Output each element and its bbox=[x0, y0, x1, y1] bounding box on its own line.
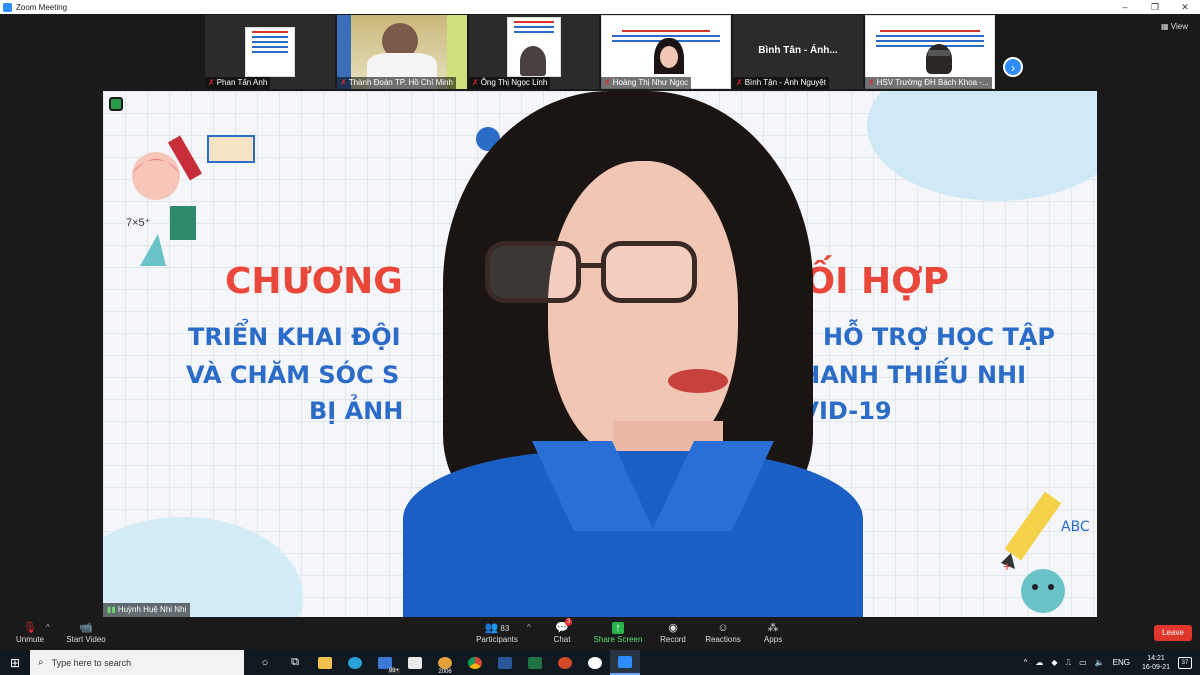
shared-slide-thumbnail bbox=[245, 27, 295, 77]
share-screen-icon: ↑ bbox=[588, 621, 648, 635]
slide-doodle-icon: ABC + bbox=[1001, 491, 1090, 613]
muted-mic-icon: ✗ bbox=[208, 78, 215, 87]
view-button[interactable]: ▦ View bbox=[1161, 22, 1188, 31]
share-screen-button[interactable]: ↑ Share Screen bbox=[588, 621, 648, 644]
participant-strip: ✗ Phan Tấn Anh ✗ Thành Đoàn TP. Hồ Chí Min… bbox=[0, 14, 1200, 90]
muted-mic-icon: ✗ bbox=[340, 78, 347, 87]
participant-name: ✗ HSV Trường ĐH Bách Khoa -... bbox=[865, 77, 992, 89]
chrome-icon[interactable] bbox=[460, 650, 490, 675]
onedrive-icon[interactable]: ☁ bbox=[1035, 658, 1043, 667]
speaker-name-label: ▮▮ Huỳnh Huệ Nhi Nhi bbox=[103, 603, 191, 617]
participant-center-name: Bình Tân - Ánh... bbox=[758, 45, 838, 56]
muted-mic-icon: ✗ bbox=[736, 78, 743, 87]
participant-tile[interactable]: ✗ Thành Đoàn TP. Hồ Chí Minh bbox=[337, 15, 467, 89]
participant-tile[interactable]: Bình Tân - Ánh... ✗ Bình Tân - Ánh Nguyệt bbox=[733, 15, 863, 89]
slide-decoration bbox=[867, 91, 1097, 201]
audio-level-icon: ▮▮ bbox=[107, 605, 116, 614]
chat-icon: 💬 3 bbox=[555, 618, 573, 634]
next-page-button[interactable]: › bbox=[1003, 57, 1023, 77]
security-shield-icon[interactable] bbox=[109, 97, 123, 111]
speaker-person bbox=[403, 91, 863, 617]
search-icon: ⌕ bbox=[38, 657, 44, 668]
participants-chevron-icon[interactable]: ^ bbox=[527, 623, 531, 632]
participant-tile[interactable]: ✗ Ông Thị Ngọc Linh bbox=[469, 15, 599, 89]
volume-icon[interactable]: 🔈 bbox=[1095, 658, 1105, 667]
slide-doodle-icon: 7×5⁺ bbox=[126, 135, 255, 266]
slide-decoration bbox=[103, 517, 303, 617]
slide-subtitle-part: TRIỂN KHAI ĐỘI bbox=[188, 323, 401, 351]
show-hidden-icons-chevron-icon[interactable]: ^ bbox=[1024, 658, 1028, 667]
word-icon[interactable] bbox=[490, 650, 520, 675]
audio-options-chevron-icon[interactable]: ^ bbox=[46, 623, 50, 632]
usb-icon[interactable]: ⎍ bbox=[1065, 658, 1071, 668]
maximize-button[interactable]: ❐ bbox=[1140, 0, 1170, 14]
notifications-icon[interactable]: 37 bbox=[1178, 656, 1192, 669]
participants-icon: 👥 83 bbox=[484, 622, 510, 634]
active-speaker-video: 7×5⁺ 4C ABC + CHƯƠNG PHỐI HỢP TRIỂN KHAI… bbox=[103, 91, 1097, 617]
close-button[interactable]: ✕ bbox=[1170, 0, 1200, 14]
edge-icon[interactable] bbox=[340, 650, 370, 675]
participant-name: ✗ Hoàng Thị Như Ngọc bbox=[601, 77, 692, 89]
participant-tile[interactable]: ✗ Hoàng Thị Như Ngọc bbox=[601, 15, 731, 89]
participant-tile[interactable]: ✗ Phan Tấn Anh bbox=[205, 15, 335, 89]
window-titlebar: Zoom Meeting – ❐ ✕ bbox=[0, 0, 1200, 14]
excel-icon[interactable] bbox=[520, 650, 550, 675]
zalo-icon[interactable] bbox=[580, 650, 610, 675]
participant-tile[interactable]: ✗ HSV Trường ĐH Bách Khoa -... bbox=[865, 15, 995, 89]
slide-title-part: CHƯƠNG bbox=[225, 261, 403, 302]
taskbar-search-box[interactable]: ⌕ Type here to search bbox=[30, 650, 244, 675]
start-video-button[interactable]: 📹 Start Video bbox=[56, 621, 116, 644]
meeting-toolbar: 🎙 Unmute ^ 📹 Start Video 👥 83 Participant… bbox=[0, 617, 1200, 650]
system-tray: ^ ☁ ◆ ⎍ ▭ 🔈 ENG 14:21 16-09-21 37 bbox=[1020, 650, 1200, 675]
file-explorer-icon[interactable] bbox=[310, 650, 340, 675]
unmute-button[interactable]: 🎙 Unmute bbox=[0, 621, 60, 644]
window-controls: – ❐ ✕ bbox=[1110, 0, 1200, 14]
slide-subtitle-part: BỊ ẢNH bbox=[309, 397, 404, 425]
participant-name: ✗ Thành Đoàn TP. Hồ Chí Minh bbox=[337, 77, 456, 89]
muted-mic-icon: ✗ bbox=[604, 78, 611, 87]
task-view-icon[interactable]: ⧉ bbox=[280, 650, 310, 675]
chat-button[interactable]: 💬 3 Chat bbox=[532, 618, 592, 644]
windows-start-icon[interactable]: ⊞ bbox=[0, 656, 30, 670]
dropbox-icon[interactable]: ◆ bbox=[1051, 658, 1057, 667]
apps-icon: ⁂ bbox=[767, 622, 779, 634]
svg-text:+: + bbox=[1003, 558, 1011, 574]
input-language[interactable]: ENG bbox=[1113, 658, 1130, 667]
store-icon[interactable] bbox=[400, 650, 430, 675]
svg-text:ABC: ABC bbox=[1061, 519, 1090, 535]
shared-slide-thumbnail bbox=[507, 17, 561, 77]
muted-mic-icon: ✗ bbox=[472, 78, 479, 87]
windows-taskbar: ⊞ ⌕ Type here to search ○ ⧉ 99+ 2006 ^ ☁… bbox=[0, 650, 1200, 675]
glasses bbox=[485, 241, 581, 303]
chat-badge: 3 bbox=[565, 618, 573, 626]
participant-name: ✗ Phan Tấn Anh bbox=[205, 77, 271, 89]
participant-name: ✗ Ông Thị Ngọc Linh bbox=[469, 77, 551, 89]
mail-icon[interactable]: 99+ bbox=[370, 650, 400, 675]
taskbar-clock[interactable]: 14:21 16-09-21 bbox=[1142, 654, 1170, 672]
microphone-muted-icon: 🎙 bbox=[23, 622, 37, 634]
apps-button[interactable]: ⁂ Apps bbox=[743, 621, 803, 644]
minimize-button[interactable]: – bbox=[1110, 0, 1140, 14]
muted-mic-icon: ✗ bbox=[868, 78, 875, 87]
leave-button[interactable]: Leave bbox=[1154, 625, 1192, 641]
video-off-icon: 📹 bbox=[79, 622, 93, 634]
window-title: Zoom Meeting bbox=[16, 2, 68, 12]
slide-subtitle-part: VÀ CHĂM SÓC S bbox=[186, 361, 400, 389]
zoom-app-icon bbox=[3, 2, 12, 12]
zoom-taskbar-icon[interactable] bbox=[610, 650, 640, 675]
powerpoint-icon[interactable] bbox=[550, 650, 580, 675]
cortana-icon[interactable]: ○ bbox=[250, 650, 280, 675]
calendar-app-icon[interactable]: 2006 bbox=[430, 650, 460, 675]
svg-text:7×5⁺: 7×5⁺ bbox=[126, 217, 151, 229]
participant-name: ✗ Bình Tân - Ánh Nguyệt bbox=[733, 77, 829, 89]
participants-button[interactable]: 👥 83 Participants bbox=[467, 621, 527, 644]
network-icon[interactable]: ▭ bbox=[1079, 658, 1087, 667]
